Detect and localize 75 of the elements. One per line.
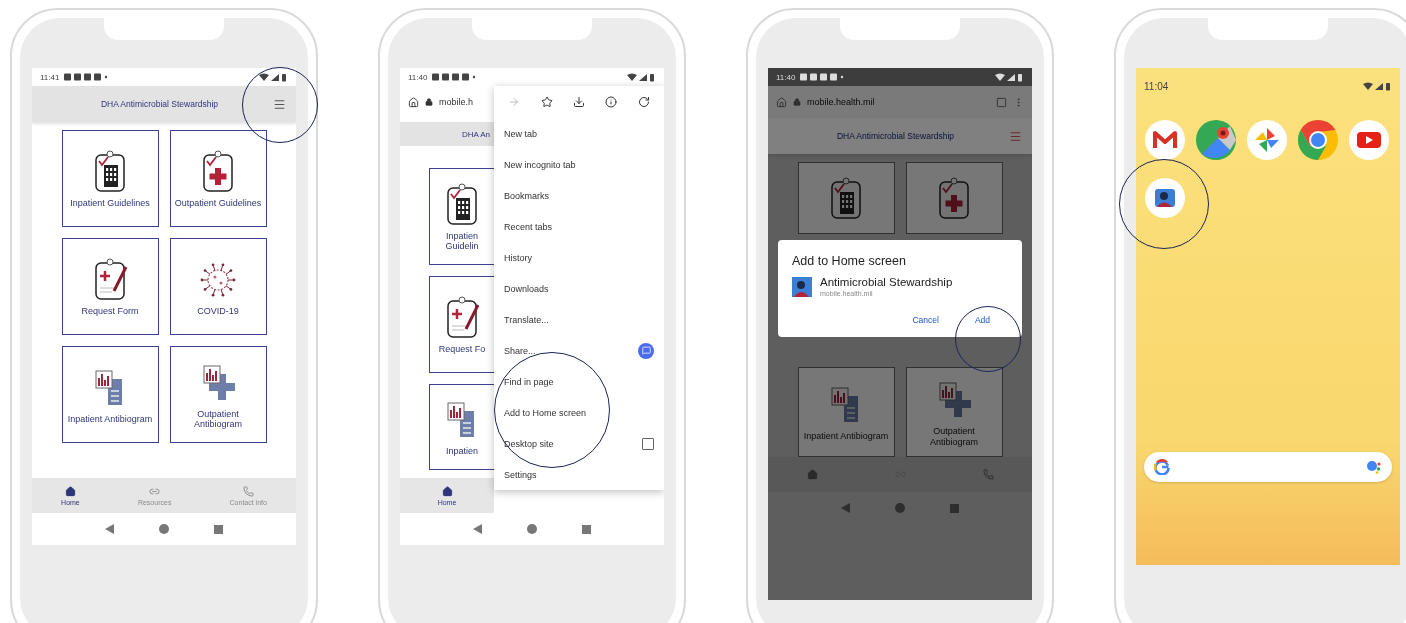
browser-icon[interactable] bbox=[1298, 120, 1338, 160]
menu-item[interactable]: Downloads bbox=[494, 273, 664, 304]
tabs-icon[interactable] bbox=[996, 96, 1007, 108]
back-icon[interactable] bbox=[104, 524, 114, 534]
download-icon[interactable] bbox=[572, 96, 585, 108]
info-icon[interactable] bbox=[605, 96, 618, 108]
home-icon bbox=[64, 485, 76, 497]
menu-tile[interactable]: Inpatient Guidelines bbox=[61, 130, 159, 227]
signal-battery-icon bbox=[1362, 81, 1392, 91]
dialog-button[interactable]: Cancel bbox=[908, 311, 943, 329]
app-name: Antimicrobial Stewardship bbox=[820, 276, 953, 288]
menu-item[interactable]: Share... bbox=[494, 335, 664, 366]
home-icon[interactable] bbox=[408, 96, 419, 108]
menu-tile[interactable] bbox=[797, 162, 895, 234]
status-time: 11:41 bbox=[40, 72, 60, 82]
back-icon[interactable] bbox=[472, 524, 482, 534]
refresh-icon[interactable] bbox=[637, 96, 650, 108]
home-button-icon[interactable] bbox=[527, 524, 537, 534]
app-shortcut-icon[interactable] bbox=[1145, 178, 1185, 218]
status-time: 11:04 bbox=[1144, 80, 1169, 92]
status-time: 11:40 bbox=[408, 72, 428, 82]
notification-squares-icon bbox=[432, 73, 477, 81]
url-text[interactable]: mobile.h bbox=[439, 97, 474, 107]
menu-tile[interactable]: Outpatient Antibiogram bbox=[169, 346, 267, 443]
notification-squares-icon bbox=[64, 73, 109, 81]
lock-icon bbox=[425, 98, 433, 106]
menu-item[interactable]: Settings bbox=[494, 459, 664, 490]
menu-tile[interactable]: Request Form bbox=[61, 238, 159, 335]
menu-tile[interactable]: COVID-19 bbox=[169, 238, 267, 335]
menu-tile[interactable]: Inpatient Antibiogram bbox=[797, 367, 895, 457]
menu-item[interactable]: Add to Home screen bbox=[494, 397, 664, 428]
map-icon[interactable] bbox=[1196, 120, 1236, 160]
g-logo-icon bbox=[1154, 459, 1170, 475]
menu-item[interactable]: New tab bbox=[494, 118, 664, 149]
pinwheel-icon[interactable] bbox=[1247, 120, 1287, 160]
menu-tile[interactable]: Request Fo bbox=[429, 276, 494, 373]
menu-item[interactable]: Find in page bbox=[494, 366, 664, 397]
menu-tile[interactable]: Inpatien Guidelin bbox=[429, 168, 494, 265]
menu-icon[interactable] bbox=[1009, 129, 1022, 143]
dialog-button[interactable]: Add bbox=[970, 311, 994, 329]
signal-battery-icon bbox=[994, 72, 1024, 82]
menu-item[interactable]: New incognito tab bbox=[494, 149, 664, 180]
app-title: DHA Antimicrobial Stewardship bbox=[835, 131, 956, 141]
status-time: 11:40 bbox=[776, 72, 796, 82]
voice-assistant-icon[interactable] bbox=[1366, 460, 1382, 474]
menu-icon[interactable] bbox=[273, 97, 286, 111]
mail-icon[interactable] bbox=[1145, 120, 1185, 160]
video-play-icon[interactable] bbox=[1349, 120, 1389, 160]
app-title: DHA An bbox=[462, 129, 490, 139]
menu-item[interactable]: Recent tabs bbox=[494, 211, 664, 242]
home-button-icon[interactable] bbox=[159, 524, 169, 534]
menu-item[interactable]: Desktop site bbox=[494, 428, 664, 459]
menu-tile[interactable]: Outpatient Antibiogram bbox=[905, 367, 1003, 457]
menu-item[interactable]: History bbox=[494, 242, 664, 273]
menu-item[interactable]: Translate... bbox=[494, 304, 664, 335]
lock-icon bbox=[793, 98, 801, 106]
app-title: DHA Antimicrobial Stewardship bbox=[99, 99, 220, 109]
signal-battery-icon bbox=[626, 72, 656, 82]
menu-tile[interactable]: Outpatient Guidelines bbox=[169, 130, 267, 227]
signal-battery-icon bbox=[258, 72, 288, 82]
notification-squares-icon bbox=[800, 73, 845, 81]
share-icon bbox=[638, 342, 654, 359]
menu-item[interactable]: Bookmarks bbox=[494, 180, 664, 211]
search-bar[interactable] bbox=[1144, 452, 1392, 482]
recents-icon[interactable] bbox=[214, 524, 224, 534]
app-icon bbox=[792, 276, 812, 297]
home-icon bbox=[441, 485, 453, 497]
phone-icon bbox=[242, 485, 254, 497]
menu-tile[interactable] bbox=[905, 162, 1003, 234]
menu-tile[interactable]: Inpatient Antibiogram bbox=[61, 346, 159, 443]
star-icon[interactable] bbox=[540, 96, 553, 108]
dialog-title: Add to Home screen bbox=[792, 254, 907, 268]
recents-icon[interactable] bbox=[582, 524, 592, 534]
menu-tile[interactable]: Inpatien bbox=[429, 384, 494, 470]
checkbox[interactable] bbox=[642, 437, 654, 450]
